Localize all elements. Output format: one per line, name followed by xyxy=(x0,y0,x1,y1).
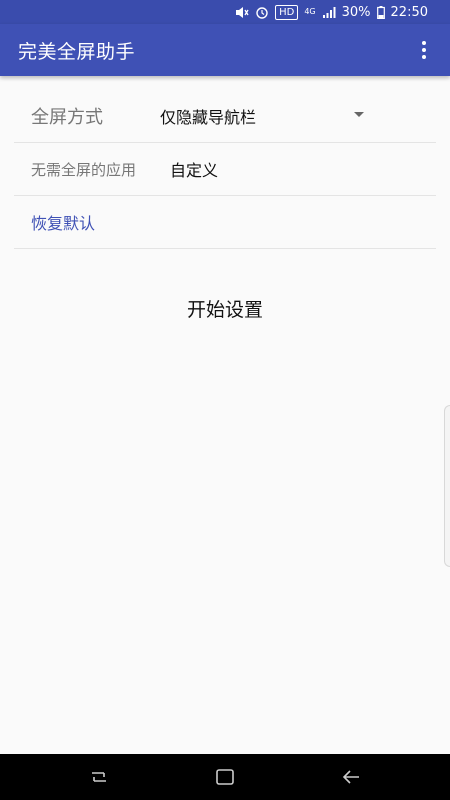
edge-panel-handle[interactable] xyxy=(444,405,450,567)
start-setup-button[interactable]: 开始设置 xyxy=(0,295,450,322)
recent-apps-icon[interactable] xyxy=(88,766,110,788)
dropdown-arrow-icon[interactable] xyxy=(354,112,364,117)
app-bar: 完美全屏助手 xyxy=(0,24,450,76)
restore-default-row: 恢复默认 xyxy=(14,196,436,249)
status-bar: HD 4G 30% 22:50 xyxy=(0,0,450,24)
more-vert-icon[interactable] xyxy=(412,38,436,62)
excluded-apps-label: 无需全屏的应用 xyxy=(31,160,137,179)
excluded-apps-row[interactable]: 无需全屏的应用 自定义 xyxy=(14,143,436,196)
home-icon[interactable] xyxy=(214,766,236,788)
fullscreen-mode-row: 全屏方式 仅隐藏导航栏 xyxy=(14,90,436,143)
restore-default-button[interactable]: 恢复默认 xyxy=(31,210,95,234)
fullscreen-mode-label: 全屏方式 xyxy=(31,107,103,128)
signal-icon xyxy=(322,6,336,18)
mute-icon xyxy=(236,6,249,18)
battery-icon xyxy=(376,5,385,19)
network-type: 4G xyxy=(304,7,316,16)
fullscreen-mode-select[interactable]: 仅隐藏导航栏 xyxy=(160,104,256,128)
excluded-apps-value[interactable]: 自定义 xyxy=(170,157,218,181)
hd-badge: HD xyxy=(275,4,299,20)
alarm-icon xyxy=(256,6,268,19)
app-title: 完美全屏助手 xyxy=(18,40,136,63)
battery-percent: 30% xyxy=(341,4,371,20)
clock: 22:50 xyxy=(390,4,428,20)
navigation-bar xyxy=(0,754,450,800)
back-icon[interactable] xyxy=(340,766,362,788)
